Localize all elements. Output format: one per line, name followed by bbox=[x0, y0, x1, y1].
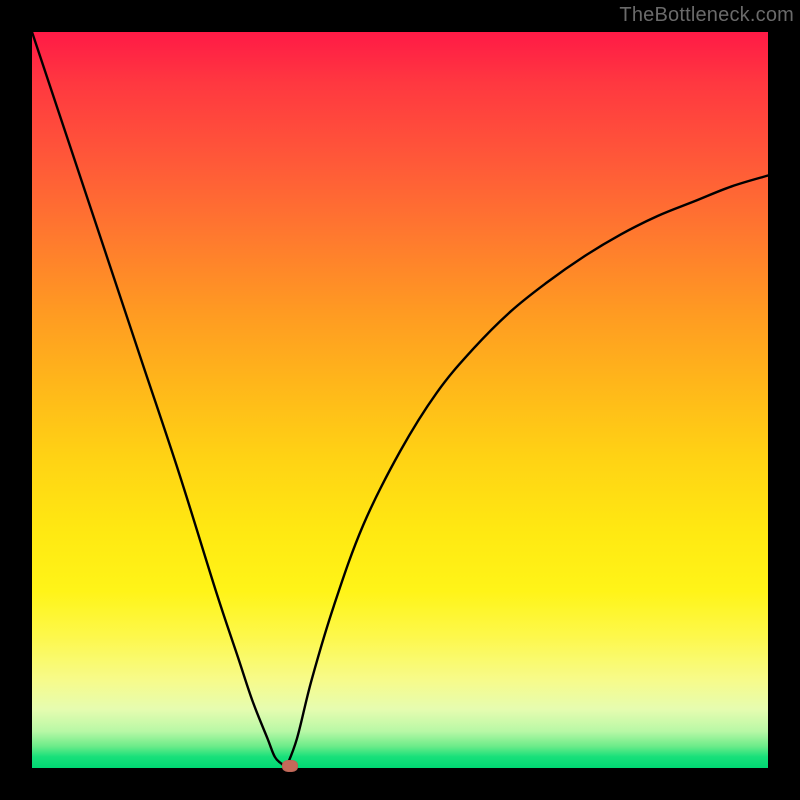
chart-frame: TheBottleneck.com bbox=[0, 0, 800, 800]
bottleneck-curve-right bbox=[286, 176, 768, 768]
plot-area bbox=[32, 32, 768, 768]
curve-svg bbox=[32, 32, 768, 768]
min-marker bbox=[282, 760, 298, 772]
watermark-text: TheBottleneck.com bbox=[619, 4, 794, 27]
bottleneck-curve-left bbox=[32, 32, 286, 768]
